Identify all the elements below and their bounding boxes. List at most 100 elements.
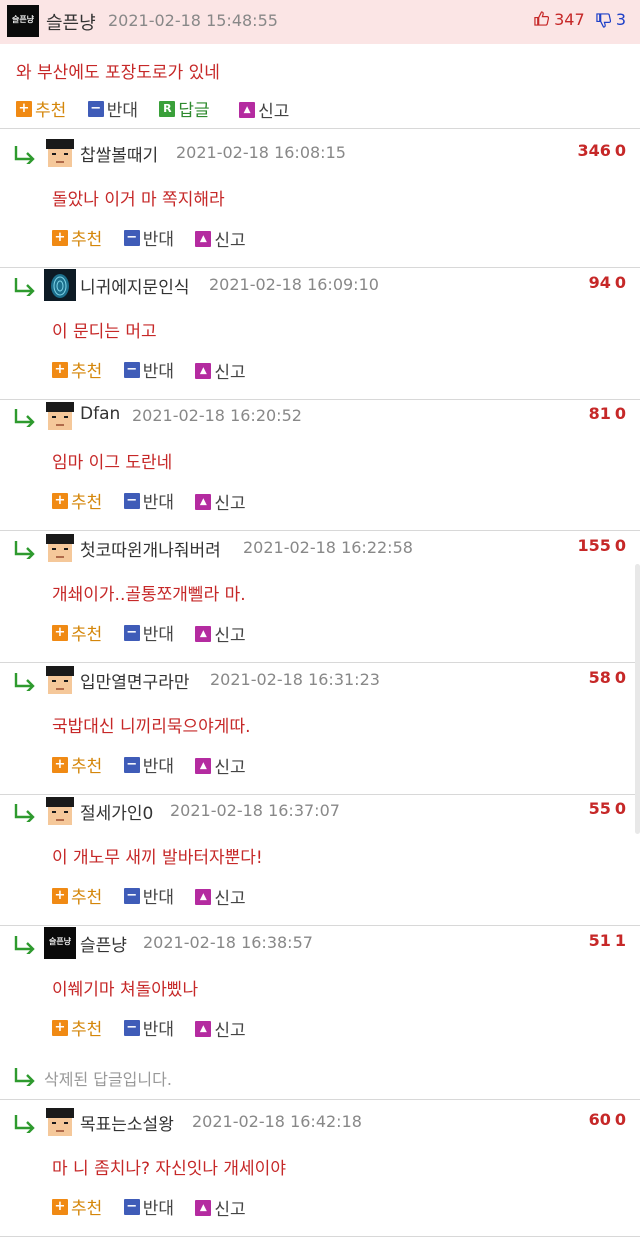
comment-down-votes[interactable]: 0 [615,799,626,818]
reply-arrow-icon [14,146,35,164]
oppose-label: 반대 [142,625,174,645]
comment-down-votes[interactable]: 0 [615,141,626,160]
avatar[interactable] [44,400,76,432]
post-actions: + 추천 − 반대 R 답글 ▲ 신고 [16,96,305,122]
reply-button[interactable]: R 답글 [159,96,210,121]
post-username[interactable]: 슬픈냥 [46,9,96,35]
comment-username[interactable]: 니귀에지문인식 [80,273,189,298]
minus-icon: − [123,492,140,509]
avatar[interactable] [44,269,76,301]
minus-icon: − [123,624,140,641]
report-button[interactable]: ▲ 신고 [195,1016,246,1041]
oppose-button[interactable]: − 반대 [123,488,174,513]
comment-username[interactable]: Dfan [80,404,120,424]
comment-up-votes[interactable]: 94 [589,273,611,292]
report-label: 신고 [214,626,246,646]
oppose-button[interactable]: − 반대 [87,96,138,121]
avatar[interactable] [44,795,76,827]
oppose-button[interactable]: − 반대 [123,1194,174,1219]
recommend-label: 추천 [71,493,103,513]
report-button[interactable]: ▲ 신고 [195,753,246,778]
recommend-button[interactable]: + 추천 [52,1194,102,1219]
comment-username[interactable]: 찹쌀볼때기 [80,141,158,166]
comment-up-votes[interactable]: 81 [589,404,611,423]
comment-down-votes[interactable]: 0 [615,1110,626,1129]
recommend-button[interactable]: + 추천 [52,620,102,645]
thumbs-up-icon [534,11,550,26]
comment-username[interactable]: 입만열면구라만 [80,668,189,693]
comment-username[interactable]: 목표는소설왕 [80,1110,174,1135]
report-button[interactable]: ▲ 신고 [239,97,289,122]
comment-username[interactable]: 첫코따윈개나줘버려 [80,536,221,561]
comment-down-votes[interactable]: 0 [615,536,626,555]
recommend-button[interactable]: + 추천 [52,1015,102,1040]
recommend-button[interactable]: + 추천 [52,357,102,382]
recommend-label: 추천 [71,1199,103,1219]
avatar[interactable]: 슬픈냥 [44,927,76,959]
comment-date: 2021-02-18 16:37:07 [170,801,340,820]
comment-up-votes[interactable]: 346 [577,141,610,160]
deleted-reply: 삭제된 답글입니다. [0,1051,640,1100]
reply-arrow-icon [14,1115,35,1133]
oppose-button[interactable]: − 반대 [123,1015,174,1040]
avatar-text: 슬픈냥 [11,15,35,24]
comment-up-votes[interactable]: 51 [589,931,611,950]
oppose-button[interactable]: − 반대 [123,620,174,645]
recommend-button[interactable]: + 추천 [52,225,102,250]
avatar[interactable]: 슬픈냥 [7,5,39,37]
comment-text: 마 니 좀치나? 자신잇나 개세이야 [52,1159,286,1179]
scrollbar[interactable] [635,564,640,834]
comment-up-votes[interactable]: 155 [577,536,610,555]
oppose-button[interactable]: − 반대 [123,883,174,908]
pixel-face-icon [44,664,76,696]
avatar[interactable] [44,137,76,169]
comment-username[interactable]: 슬픈냥 [80,931,127,956]
recommend-button[interactable]: + 추천 [16,96,66,121]
comment-down-votes[interactable]: 0 [615,404,626,423]
recommend-button[interactable]: + 추천 [52,488,102,513]
comment-up-votes[interactable]: 55 [589,799,611,818]
comment-date: 2021-02-18 16:08:15 [176,143,346,162]
report-button[interactable]: ▲ 신고 [195,489,246,514]
reply-arrow-icon [14,409,35,427]
comment-username[interactable]: 절세가인0 [80,799,153,824]
plus-icon: + [52,624,68,641]
comment-text: 국밥대신 니끼리묵으야게따. [52,717,251,737]
report-button[interactable]: ▲ 신고 [195,358,246,383]
oppose-button[interactable]: − 반대 [123,357,174,382]
report-button[interactable]: ▲ 신고 [195,621,246,646]
report-label: 신고 [214,758,246,778]
recommend-button[interactable]: + 추천 [52,883,102,908]
down-vote-count[interactable]: 3 [591,10,626,29]
comment-text: 임마 이그 도란네 [52,453,173,473]
avatar[interactable] [44,1106,76,1138]
comment-date: 2021-02-18 16:20:52 [132,406,302,425]
post-header: 슬픈냥 슬픈냥 2021-02-18 15:48:55 347 3 [0,0,640,44]
comment-down-votes[interactable]: 0 [615,668,626,687]
up-vote-count[interactable]: 347 [534,10,585,29]
comment-down-votes[interactable]: 0 [615,273,626,292]
report-button[interactable]: ▲ 신고 [195,884,246,909]
comment-up-votes[interactable]: 60 [589,1110,611,1129]
reply-arrow-icon [14,541,35,559]
oppose-label: 반대 [142,362,174,382]
comment-up-votes[interactable]: 58 [589,668,611,687]
recommend-label: 추천 [71,888,103,908]
down-vote-value: 3 [615,10,626,29]
comment-down-votes[interactable]: 1 [615,931,626,950]
minus-icon: − [123,1019,140,1036]
oppose-button[interactable]: − 반대 [123,225,174,250]
recommend-button[interactable]: + 추천 [52,752,102,777]
minus-icon: − [123,229,140,246]
plus-icon: + [16,100,32,117]
reply-r-icon: R [159,100,176,117]
comment-votes: 60 0 [589,1110,626,1129]
comment-votes: 94 0 [589,273,626,292]
avatar[interactable] [44,664,76,696]
avatar[interactable] [44,532,76,564]
report-button[interactable]: ▲ 신고 [195,1195,246,1220]
comment-actions: + 추천 − 반대 ▲ 신고 [52,752,262,778]
oppose-button[interactable]: − 반대 [123,752,174,777]
thumbs-down-icon [596,13,611,28]
report-button[interactable]: ▲ 신고 [195,226,246,251]
